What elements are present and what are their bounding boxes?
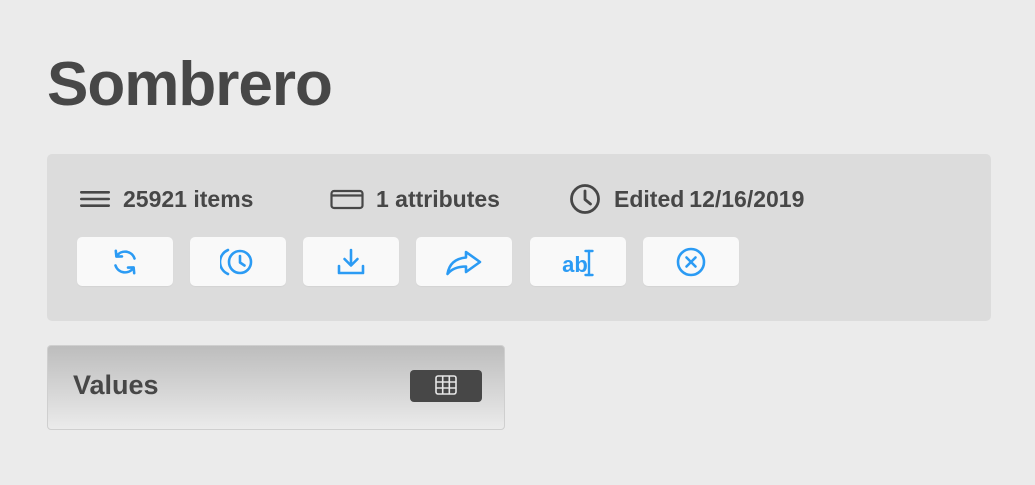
page-title: Sombrero: [47, 50, 333, 119]
refresh-button[interactable]: [77, 237, 173, 286]
edited-stat: Edited 12/16/2019: [569, 182, 804, 216]
menu-lines-icon: [79, 188, 111, 210]
values-panel: Values: [47, 345, 505, 430]
history-button[interactable]: [190, 237, 286, 286]
grid-view-toggle[interactable]: [410, 370, 482, 402]
values-panel-title: Values: [73, 370, 159, 400]
share-button[interactable]: [416, 237, 512, 286]
rename-button[interactable]: ab: [530, 237, 626, 286]
close-button[interactable]: [643, 237, 739, 286]
download-icon: [335, 246, 367, 278]
download-button[interactable]: [303, 237, 399, 286]
edited-date: 12/16/2019: [689, 185, 805, 212]
attribute-count-stat: 1 attributes: [330, 182, 500, 216]
card-icon: [330, 188, 364, 210]
rename-text-icon: ab: [562, 247, 594, 277]
dataset-page: Sombrero 25921 items 1 attributes Edited…: [0, 0, 1035, 485]
history-icon: [220, 246, 256, 278]
attribute-count-text: 1 attributes: [376, 185, 500, 212]
dataset-info-panel: 25921 items 1 attributes Edited 12/16/20…: [47, 154, 991, 321]
refresh-icon: [109, 246, 141, 278]
share-icon: [444, 246, 484, 278]
edited-label: Edited: [614, 185, 685, 212]
close-circle-icon: [675, 246, 707, 278]
item-count-stat: 25921 items: [79, 182, 253, 216]
grid-icon: [434, 374, 458, 399]
item-count-text: 25921 items: [123, 185, 254, 212]
clock-icon: [569, 183, 601, 215]
